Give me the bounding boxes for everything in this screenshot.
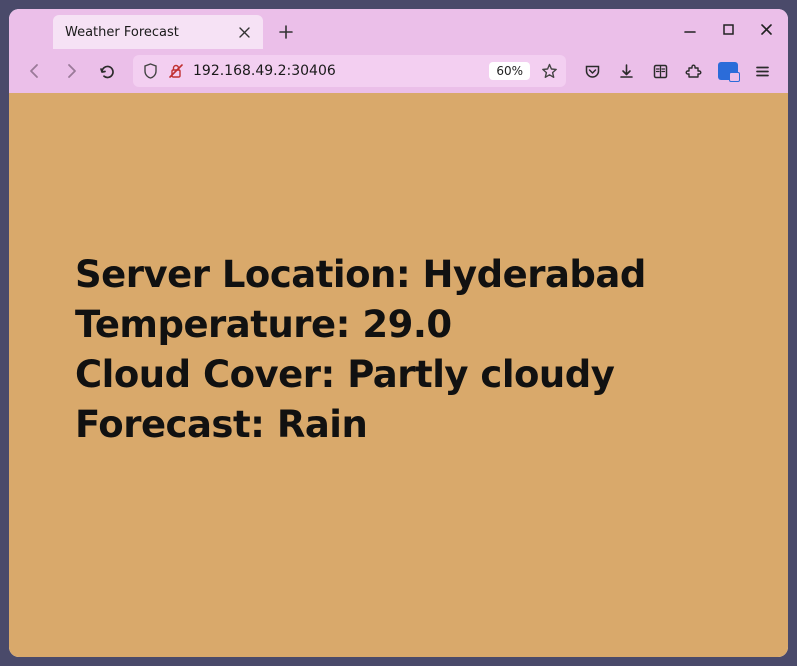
browser-tab[interactable]: Weather Forecast — [53, 15, 263, 49]
zoom-badge[interactable]: 60% — [489, 62, 530, 80]
toolbar: 192.168.49.2:30406 60% — [9, 49, 788, 93]
page-content: Server Location: Hyderabad Temperature: … — [9, 93, 788, 657]
star-icon[interactable] — [538, 62, 560, 80]
maximize-button[interactable] — [712, 13, 744, 45]
temperature-line: Temperature: 29.0 — [75, 300, 722, 350]
back-button[interactable] — [19, 55, 51, 87]
insecure-lock-icon — [167, 62, 185, 80]
menu-icon[interactable] — [746, 55, 778, 87]
url-text: 192.168.49.2:30406 — [193, 63, 481, 79]
toolbar-right — [576, 55, 778, 87]
extensions-icon[interactable] — [678, 55, 710, 87]
download-icon[interactable] — [610, 55, 642, 87]
pip-icon[interactable] — [712, 55, 744, 87]
reload-button[interactable] — [91, 55, 123, 87]
new-tab-button[interactable] — [271, 17, 301, 47]
tab-strip: Weather Forecast — [9, 9, 788, 49]
window-controls — [674, 9, 782, 49]
pocket-icon[interactable] — [576, 55, 608, 87]
location-line: Server Location: Hyderabad — [75, 250, 722, 300]
tab-title: Weather Forecast — [65, 25, 227, 40]
close-icon[interactable] — [235, 23, 253, 41]
cloud-line: Cloud Cover: Partly cloudy — [75, 350, 722, 400]
close-window-button[interactable] — [750, 13, 782, 45]
address-bar[interactable]: 192.168.49.2:30406 60% — [133, 55, 566, 87]
minimize-button[interactable] — [674, 13, 706, 45]
browser-window: Weather Forecast — [9, 9, 788, 657]
shield-icon — [141, 62, 159, 80]
forward-button[interactable] — [55, 55, 87, 87]
weather-block: Server Location: Hyderabad Temperature: … — [75, 250, 722, 450]
forecast-line: Forecast: Rain — [75, 400, 722, 450]
reader-icon[interactable] — [644, 55, 676, 87]
